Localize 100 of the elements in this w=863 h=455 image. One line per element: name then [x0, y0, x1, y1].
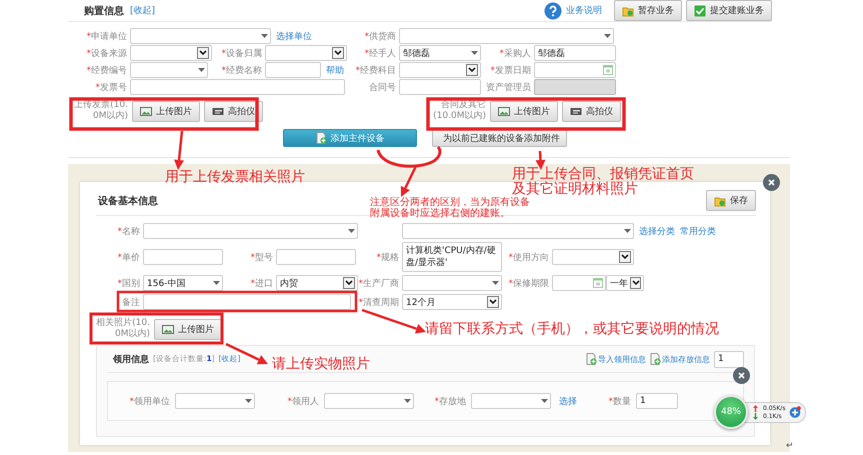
- text-field[interactable]: [143, 249, 223, 265]
- text-field[interactable]: 1: [714, 350, 744, 368]
- upload-button[interactable]: 上传图片: [132, 100, 200, 122]
- select-field[interactable]: 内贸: [276, 275, 358, 291]
- caret-icon: [348, 229, 355, 233]
- link[interactable]: 添加存放信息: [650, 353, 710, 365]
- combo-field[interactable]: 156-中国: [143, 275, 223, 291]
- field-label: *经手人: [364, 48, 397, 60]
- date-field[interactable]: [534, 62, 616, 78]
- combo-field[interactable]: 邹德磊: [399, 45, 481, 61]
- plus-icon[interactable]: [789, 406, 802, 418]
- curved-mark: [376, 146, 442, 168]
- field-label: *设备来源: [86, 48, 128, 60]
- link[interactable]: 常用分类: [680, 224, 716, 238]
- section-title: 领用信息: [113, 354, 149, 366]
- combo-field[interactable]: [324, 393, 414, 409]
- combo-field[interactable]: [175, 393, 255, 409]
- field-label: *型号: [250, 252, 274, 264]
- text-field[interactable]: [265, 62, 321, 78]
- picture-icon: [498, 106, 510, 116]
- link[interactable]: 选择单位: [276, 30, 312, 42]
- upload-button[interactable]: 上传图片: [490, 100, 558, 122]
- field-label: 合同号: [369, 82, 397, 94]
- section-title: 购置信息: [84, 4, 124, 18]
- annotation-text: 请上传实物照片: [272, 357, 370, 372]
- caret-icon: [198, 68, 205, 72]
- annotation-text: 用于上传发票相关照片: [165, 170, 305, 185]
- scanner-icon: [570, 106, 582, 116]
- caret-icon: [404, 399, 411, 403]
- chevron-icon[interactable]: [332, 47, 344, 59]
- chevron-icon[interactable]: [466, 64, 478, 76]
- add-document-icon: [586, 353, 597, 365]
- select-field[interactable]: 12个月: [402, 294, 502, 310]
- combo-field[interactable]: [130, 28, 271, 44]
- link[interactable]: 导入领用信息: [586, 353, 646, 365]
- caret-icon: [471, 51, 478, 55]
- chevron-icon[interactable]: [343, 277, 355, 289]
- scanner-icon: [212, 106, 224, 116]
- chevron-icon[interactable]: [487, 296, 499, 308]
- combo-field[interactable]: [402, 223, 634, 239]
- field-label: 资产管理员: [486, 82, 532, 94]
- link[interactable]: 帮助: [326, 64, 344, 76]
- field-label: *发票日期: [490, 64, 532, 76]
- section-title: 设备基本信息: [98, 194, 158, 208]
- add-document-icon: [316, 132, 326, 144]
- field-label: *领用单位: [128, 396, 171, 408]
- date-field[interactable]: [552, 275, 606, 291]
- chevron-icon[interactable]: [197, 47, 209, 59]
- link[interactable]: 选择: [559, 394, 577, 408]
- help-link[interactable]: 业务说明: [566, 4, 602, 17]
- combo-field[interactable]: [402, 275, 502, 291]
- collapse-link[interactable]: [收起]: [130, 4, 156, 17]
- text-field[interactable]: 1: [636, 393, 678, 409]
- down-arrow-icon: [753, 412, 758, 420]
- folder-icon: [714, 194, 726, 206]
- field-label: *清查周期: [358, 296, 400, 308]
- upload-button[interactable]: 高拍仪: [562, 100, 621, 122]
- upload-button[interactable]: 上传图片: [154, 318, 222, 340]
- calendar-icon[interactable]: [603, 65, 613, 75]
- text-field[interactable]: [399, 79, 481, 95]
- combo-field[interactable]: [130, 62, 208, 78]
- annotation-text: 请留下联系方式（手机），或其它要说明的情况: [425, 322, 719, 337]
- arrow: [400, 165, 418, 197]
- up-arrow-icon: [753, 404, 758, 412]
- save-button[interactable]: 保存: [706, 190, 756, 211]
- combo-field[interactable]: [399, 28, 614, 44]
- caret-icon: [604, 34, 611, 38]
- toolbar-button[interactable]: 提交建账业务: [686, 0, 772, 21]
- picture-icon: [140, 106, 152, 116]
- select-field[interactable]: [130, 45, 212, 61]
- field-label: 备注: [122, 296, 141, 308]
- text-area[interactable]: 计算机类'CPU/内存/硬盘/显示器': [402, 242, 502, 272]
- help-icon[interactable]: [544, 2, 562, 20]
- upload-button[interactable]: 高拍仪: [204, 100, 263, 122]
- field-label: *采购人: [500, 48, 532, 60]
- arrow: [362, 308, 426, 334]
- select-field[interactable]: [265, 45, 347, 61]
- caret-icon: [492, 281, 499, 285]
- text-field[interactable]: [143, 294, 351, 310]
- select-field[interactable]: [399, 62, 481, 78]
- chevron-icon[interactable]: [630, 277, 641, 289]
- text-field[interactable]: [276, 249, 356, 265]
- add-document-icon: [650, 353, 661, 365]
- link[interactable]: 选择分类: [639, 224, 675, 238]
- select-field[interactable]: 一年: [606, 275, 644, 291]
- toolbar-button[interactable]: 暂存业务: [614, 0, 682, 21]
- close-icon: [738, 372, 745, 379]
- field-label: *申请单位: [86, 30, 128, 42]
- field-label: *国别: [118, 278, 141, 290]
- text-field[interactable]: [130, 79, 345, 95]
- combo-field[interactable]: [143, 223, 358, 239]
- caret-icon: [213, 281, 220, 285]
- field-label: *数量: [608, 396, 632, 408]
- caret-icon: [245, 399, 252, 403]
- calendar-icon[interactable]: [593, 278, 603, 288]
- combo-field[interactable]: [471, 393, 551, 409]
- field-label: *单价: [118, 252, 141, 264]
- text-field[interactable]: 邹德磊: [534, 45, 616, 61]
- select-field[interactable]: [552, 249, 634, 265]
- chevron-icon[interactable]: [619, 251, 631, 263]
